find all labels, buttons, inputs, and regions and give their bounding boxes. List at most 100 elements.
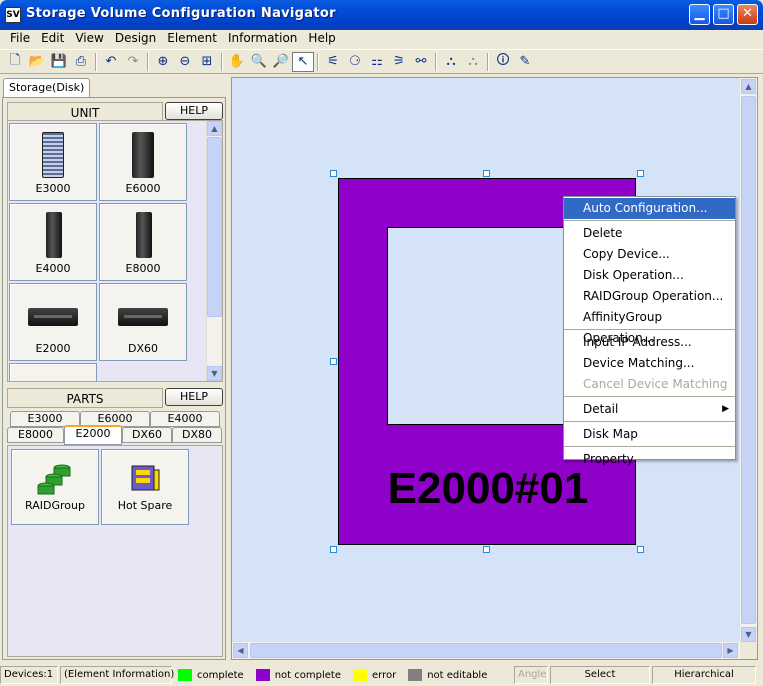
zoom-in-button[interactable]: ⊕ xyxy=(152,52,174,72)
info-edit-button[interactable]: ✎ xyxy=(514,52,536,72)
menu-information[interactable]: Information xyxy=(224,30,301,49)
zoom-out-button[interactable]: ⊖ xyxy=(174,52,196,72)
unit-header: UNIT HELP xyxy=(7,102,223,122)
unit-e8000[interactable]: E8000 xyxy=(99,203,187,281)
hierarchy-gray-button[interactable]: ⛬ xyxy=(462,52,484,72)
menu-edit[interactable]: Edit xyxy=(37,30,68,49)
scroll-down-icon[interactable]: ▼ xyxy=(207,366,222,381)
scroll-left-icon[interactable]: ◀ xyxy=(233,643,248,658)
unit-help-button[interactable]: HELP xyxy=(165,102,223,120)
unit-dx60[interactable]: DX60 xyxy=(99,283,187,361)
context-item-cancel-device-matching: Cancel Device Matching xyxy=(564,374,735,395)
scroll-up-icon[interactable]: ▲ xyxy=(741,79,756,94)
resize-handle[interactable] xyxy=(330,358,337,365)
unit-e6000[interactable]: E6000 xyxy=(99,123,187,201)
unit-palette: E3000 E6000 E4000 E8000 E2000 DX60 ▲ ▼ xyxy=(7,120,223,382)
scroll-up-icon[interactable]: ▲ xyxy=(207,121,222,136)
layout-tree-button[interactable]: ⚟ xyxy=(322,52,344,72)
info-button[interactable]: 🛈 xyxy=(492,52,514,72)
toolbar: 🗋 📂 💾 ⎙ ↶ ↷ ⊕ ⊖ ⊞ ✋ 🔍 🔎 ↖ ⚟ ⚆ ⚏ ⚞ ⚯ ⛬ ⛬ 🛈 ✎ xyxy=(0,49,763,74)
tab-dx80[interactable]: DX80 xyxy=(172,427,222,443)
context-item-device-matching[interactable]: Device Matching... xyxy=(564,353,735,374)
context-item-disk-map[interactable]: Disk Map xyxy=(564,424,735,445)
hand-icon: ✋ xyxy=(228,54,246,69)
menu-help[interactable]: Help xyxy=(304,30,339,49)
resize-handle[interactable] xyxy=(483,170,490,177)
tab-e8000[interactable]: E8000 xyxy=(7,427,64,443)
layout-hier-button[interactable]: ⚞ xyxy=(388,52,410,72)
toolbar-separator xyxy=(147,52,149,71)
menu-separator xyxy=(564,446,735,448)
context-item-affinitygroup-operation[interactable]: AffinityGroup Operation... xyxy=(564,307,735,345)
hierarchy-button[interactable]: ⛬ xyxy=(440,52,462,72)
unit-e3000[interactable]: E3000 xyxy=(9,123,97,201)
scroll-thumb[interactable] xyxy=(207,137,222,317)
fit-button[interactable]: ⊞ xyxy=(196,52,218,72)
resize-handle[interactable] xyxy=(483,546,490,553)
undo-button[interactable]: ↶ xyxy=(100,52,122,72)
scroll-thumb[interactable] xyxy=(741,96,756,624)
context-item-detail[interactable]: Detail ▶ xyxy=(564,399,735,420)
parts-help-button[interactable]: HELP xyxy=(165,388,223,406)
menu-file[interactable]: File xyxy=(6,30,34,49)
menu-design[interactable]: Design xyxy=(111,30,160,49)
scroll-down-icon[interactable]: ▼ xyxy=(741,627,756,642)
unit-scrollbar[interactable]: ▲ ▼ xyxy=(206,121,222,381)
storage-unit-icon xyxy=(136,212,152,258)
legend-item: not complete xyxy=(255,669,341,681)
scroll-thumb[interactable] xyxy=(250,643,722,658)
canvas-vscrollbar[interactable]: ▲ ▼ xyxy=(740,78,757,643)
part-raidgroup[interactable]: RAIDGroup xyxy=(11,449,99,525)
maximize-button[interactable]: □ xyxy=(713,4,734,25)
zoom-select-button[interactable]: 🔎 xyxy=(270,52,292,72)
scroll-corner xyxy=(740,642,757,659)
info-edit-icon: ✎ xyxy=(519,54,531,69)
toolbar-separator xyxy=(95,52,97,71)
close-button[interactable]: ✕ xyxy=(737,4,758,25)
context-item-raidgroup-operation[interactable]: RAIDGroup Operation... xyxy=(564,286,735,307)
maximize-icon: □ xyxy=(717,6,730,21)
resize-handle[interactable] xyxy=(330,170,337,177)
tab-e2000[interactable]: E2000 xyxy=(64,425,122,445)
print-button[interactable]: ⎙ xyxy=(70,52,92,72)
scroll-right-icon[interactable]: ▶ xyxy=(723,643,738,658)
redo-button[interactable]: ↷ xyxy=(122,52,144,72)
minimize-button[interactable]: ▁ xyxy=(689,4,710,25)
save-button[interactable]: 💾 xyxy=(48,52,70,72)
hand-button[interactable]: ✋ xyxy=(226,52,248,72)
new-button[interactable]: 🗋 xyxy=(4,52,26,72)
resize-handle[interactable] xyxy=(637,546,644,553)
context-item-delete[interactable]: Delete xyxy=(564,223,735,244)
zoom-area-button[interactable]: 🔍 xyxy=(248,52,270,72)
storage-unit-icon xyxy=(28,308,78,326)
canvas-hscrollbar[interactable]: ◀ ▶ xyxy=(232,642,740,659)
layout-circle-button[interactable]: ⚆ xyxy=(344,52,366,72)
unit-label: E2000 xyxy=(35,342,71,355)
save-icon: 💾 xyxy=(50,54,68,69)
part-hot-spare[interactable]: Hot Spare xyxy=(101,449,189,525)
tab-dx60[interactable]: DX60 xyxy=(122,427,172,443)
unit-e2000[interactable]: E2000 xyxy=(9,283,97,361)
layout-grid-button[interactable]: ⚏ xyxy=(366,52,388,72)
pointer-button[interactable]: ↖ xyxy=(292,51,314,72)
menu-element[interactable]: Element xyxy=(163,30,221,49)
menu-separator xyxy=(564,396,735,398)
tab-e4000[interactable]: E4000 xyxy=(150,411,220,427)
toolbar-separator xyxy=(435,52,437,71)
context-item-input-ip-address[interactable]: Input IP Address... xyxy=(564,332,735,353)
unit-partial[interactable] xyxy=(9,363,97,381)
unit-e4000[interactable]: E4000 xyxy=(9,203,97,281)
hierarchy-gray-icon: ⛬ xyxy=(468,54,478,69)
context-item-copy-device[interactable]: Copy Device... xyxy=(564,244,735,265)
resize-handle[interactable] xyxy=(330,546,337,553)
context-item-disk-operation[interactable]: Disk Operation... xyxy=(564,265,735,286)
tab-storage-disk[interactable]: Storage(Disk) xyxy=(3,78,91,98)
context-item-property[interactable]: Property xyxy=(564,449,735,470)
resize-handle[interactable] xyxy=(637,170,644,177)
menu-view[interactable]: View xyxy=(71,30,107,49)
legend-swatch xyxy=(352,669,367,681)
device-label: E2000#01 xyxy=(387,464,589,513)
context-item-auto-configuration[interactable]: Auto Configuration... xyxy=(564,198,735,219)
layout-free-button[interactable]: ⚯ xyxy=(410,52,432,72)
open-button[interactable]: 📂 xyxy=(26,52,48,72)
